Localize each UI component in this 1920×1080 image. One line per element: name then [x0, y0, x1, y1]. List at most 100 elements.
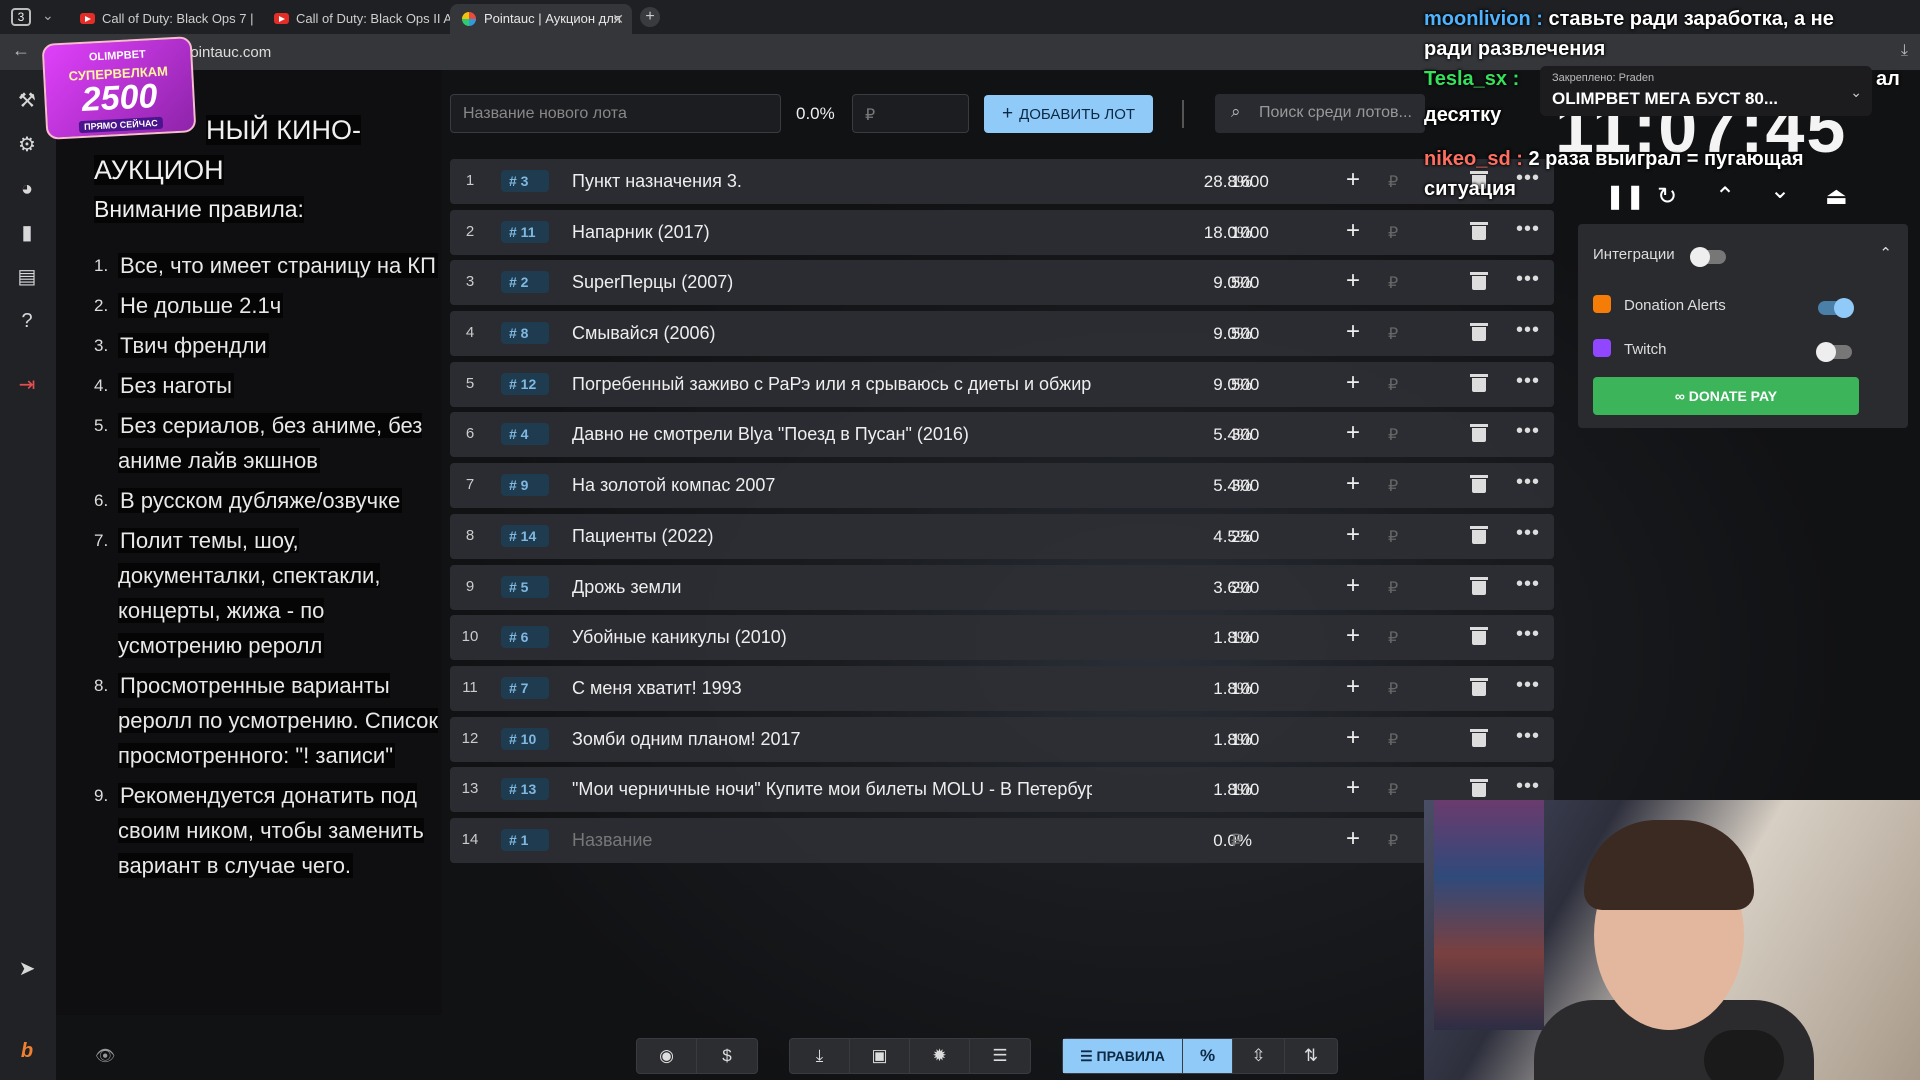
integrations-toggle[interactable]: [1690, 247, 1726, 267]
compact-view-icon[interactable]: ⇳: [1233, 1039, 1285, 1073]
lot-id-tag[interactable]: # 11: [501, 220, 549, 243]
add-amount-input[interactable]: ₽: [1388, 527, 1398, 547]
lot-id-tag[interactable]: # 9: [501, 474, 549, 497]
lot-id-tag[interactable]: # 14: [501, 524, 549, 547]
tab-list-chevron-icon[interactable]: ⌄: [42, 7, 54, 24]
lot-name-field[interactable]: Название: [572, 830, 1092, 851]
add-amount-input[interactable]: ₽: [1388, 425, 1398, 445]
delete-trash-icon[interactable]: [1470, 779, 1488, 798]
add-amount-input[interactable]: ₽: [1388, 730, 1398, 750]
add-amount-plus-icon[interactable]: +: [1346, 673, 1360, 701]
auction-gavel-icon[interactable]: ⚒: [14, 88, 40, 114]
add-amount-input[interactable]: ₽: [1388, 628, 1398, 648]
visibility-eye-icon[interactable]: 👁: [95, 1046, 115, 1066]
github-icon[interactable]: ◉: [637, 1039, 697, 1073]
more-options-icon[interactable]: •••: [1516, 522, 1540, 545]
lot-name-field[interactable]: Убойные каникулы (2010): [572, 627, 1092, 648]
donate-dollar-icon[interactable]: $: [697, 1039, 757, 1073]
url-field[interactable]: pointauc.com: [182, 44, 271, 61]
percent-toggle-button[interactable]: %: [1183, 1039, 1233, 1073]
add-amount-input[interactable]: ₽: [1388, 375, 1398, 395]
boosty-icon[interactable]: b: [14, 1038, 40, 1064]
lot-amount[interactable]: 300: [1231, 425, 1259, 445]
rules-button[interactable]: ☰ ПРАВИЛА: [1063, 1039, 1183, 1073]
lot-name-field[interactable]: Погребенный заживо с РаРэ или я срываюсь…: [572, 374, 1092, 395]
lot-amount[interactable]: ₽: [1231, 831, 1242, 851]
add-lot-button[interactable]: + ДОБАВИТЬ ЛОТ: [984, 95, 1153, 133]
lot-name-field[interactable]: Давно не смотрели Blya "Поезд в Пусан" (…: [572, 424, 1092, 445]
add-amount-input[interactable]: ₽: [1388, 578, 1398, 598]
add-amount-input[interactable]: ₽: [1388, 679, 1398, 699]
new-tab-button[interactable]: +: [640, 7, 660, 27]
lot-amount[interactable]: 250: [1231, 527, 1259, 547]
lot-id-tag[interactable]: # 1: [501, 828, 549, 851]
new-lot-name-input[interactable]: Название нового лота: [450, 94, 781, 133]
add-amount-plus-icon[interactable]: +: [1346, 369, 1360, 397]
more-options-icon[interactable]: •••: [1516, 319, 1540, 342]
delete-trash-icon[interactable]: [1470, 424, 1488, 443]
more-options-icon[interactable]: •••: [1516, 471, 1540, 494]
lot-name-field[interactable]: На золотой компас 2007: [572, 475, 1092, 496]
delete-trash-icon[interactable]: [1470, 627, 1488, 646]
add-amount-plus-icon[interactable]: +: [1346, 419, 1360, 447]
add-amount-plus-icon[interactable]: +: [1346, 724, 1360, 752]
reset-icon[interactable]: ↻: [1657, 182, 1677, 211]
more-options-icon[interactable]: •••: [1516, 775, 1540, 798]
lot-id-tag[interactable]: # 10: [501, 727, 549, 750]
delete-trash-icon[interactable]: [1470, 677, 1488, 696]
more-options-icon[interactable]: •••: [1516, 218, 1540, 241]
lot-name-field[interactable]: Зомби одним планом! 2017: [572, 729, 1092, 750]
wheel-icon[interactable]: ◕: [14, 176, 40, 202]
lot-amount[interactable]: 300: [1231, 476, 1259, 496]
lot-id-tag[interactable]: # 12: [501, 372, 549, 395]
lot-amount[interactable]: 1600: [1231, 172, 1269, 192]
collapse-up-icon[interactable]: ⏏: [1825, 182, 1848, 211]
more-options-icon[interactable]: •••: [1516, 623, 1540, 646]
lot-name-field[interactable]: Дрожь земли: [572, 577, 1092, 598]
lot-name-field[interactable]: "Мои черничные ночи" Купите мои билеты M…: [572, 779, 1092, 800]
delete-trash-icon[interactable]: [1470, 475, 1488, 494]
statistics-icon[interactable]: ▮: [14, 220, 40, 246]
bug-report-icon[interactable]: ✹: [910, 1039, 970, 1073]
donate-pay-button[interactable]: ∞ DONATE PAY: [1593, 377, 1859, 415]
add-amount-input[interactable]: ₽: [1388, 223, 1398, 243]
lot-amount[interactable]: 500: [1231, 273, 1259, 293]
lot-amount[interactable]: 100: [1231, 780, 1259, 800]
help-icon[interactable]: ?: [14, 308, 40, 334]
add-amount-input[interactable]: ₽: [1388, 172, 1398, 192]
new-lot-amount-input[interactable]: ₽: [852, 94, 969, 133]
lot-amount[interactable]: 500: [1231, 324, 1259, 344]
lot-amount[interactable]: 100: [1231, 679, 1259, 699]
add-amount-input[interactable]: ₽: [1388, 476, 1398, 496]
lot-id-tag[interactable]: # 8: [501, 322, 549, 345]
donation-alerts-toggle[interactable]: [1818, 298, 1854, 318]
chevron-down-icon[interactable]: ⌄: [1850, 84, 1862, 101]
delete-trash-icon[interactable]: [1470, 221, 1488, 240]
lot-name-field[interactable]: Смывайся (2006): [572, 323, 1092, 344]
add-amount-plus-icon[interactable]: +: [1346, 166, 1360, 194]
more-options-icon[interactable]: •••: [1516, 573, 1540, 596]
lot-id-tag[interactable]: # 13: [501, 778, 549, 801]
pause-icon[interactable]: ❚❚: [1605, 182, 1645, 211]
add-amount-plus-icon[interactable]: +: [1346, 217, 1360, 245]
lot-name-field[interactable]: Напарник (2017): [572, 222, 1092, 243]
lot-name-field[interactable]: SuperПерцы (2007): [572, 272, 1092, 293]
lot-id-tag[interactable]: # 6: [501, 626, 549, 649]
delete-trash-icon[interactable]: [1470, 272, 1488, 291]
download-icon[interactable]: ⤓: [1901, 42, 1908, 60]
tab-black-ops-2[interactable]: Call of Duty: Black Ops II A: [262, 4, 450, 34]
add-amount-input[interactable]: ₽: [1388, 273, 1398, 293]
add-amount-input[interactable]: ₽: [1388, 780, 1398, 800]
more-options-icon[interactable]: •••: [1516, 725, 1540, 748]
settings-gear-icon[interactable]: ⚙: [14, 132, 40, 158]
chevron-up-icon[interactable]: ⌃: [1879, 244, 1892, 262]
lot-id-tag[interactable]: # 3: [501, 170, 549, 192]
lot-amount[interactable]: 500: [1231, 375, 1259, 395]
lot-search-input[interactable]: ⌕ Поиск среди лотов...: [1215, 94, 1425, 133]
lot-id-tag[interactable]: # 2: [501, 271, 549, 294]
lot-amount[interactable]: 100: [1231, 730, 1259, 750]
lot-id-tag[interactable]: # 7: [501, 676, 549, 699]
telegram-icon[interactable]: ➤: [14, 956, 40, 982]
sort-icon[interactable]: ⇅: [1285, 1039, 1337, 1073]
lot-amount[interactable]: 100: [1231, 628, 1259, 648]
